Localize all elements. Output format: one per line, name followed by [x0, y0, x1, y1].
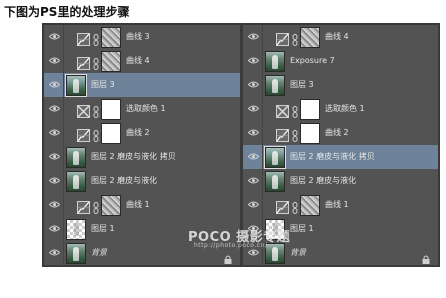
chain-link-icon[interactable] — [93, 55, 99, 70]
layer-row[interactable]: Exposure 7 — [243, 49, 438, 74]
chain-link-icon[interactable] — [292, 127, 298, 142]
eye-icon[interactable] — [245, 121, 263, 145]
layer-mask-thumbnail[interactable] — [300, 195, 320, 216]
layer-thumbnail[interactable] — [264, 146, 286, 169]
layer-row[interactable]: 曲线 4 — [243, 25, 438, 50]
layer-mask-thumbnail[interactable] — [300, 27, 320, 48]
selective-color-icon — [276, 103, 289, 118]
eye-icon[interactable] — [46, 73, 64, 97]
layer-mask-thumbnail[interactable] — [101, 123, 121, 144]
layer-name[interactable]: 曲线 4 — [126, 55, 150, 67]
layer-name[interactable]: 图层 2 磨皮与液化 拷贝 — [290, 151, 375, 163]
layer-row[interactable]: 曲线 2 — [243, 121, 438, 146]
layer-mask-thumbnail[interactable] — [300, 123, 320, 144]
chain-link-icon[interactable] — [292, 31, 298, 46]
layer-row[interactable]: 曲线 4 — [44, 49, 240, 74]
layer-row[interactable]: 曲线 1 — [44, 193, 240, 218]
layer-name[interactable]: 背景 — [290, 247, 306, 259]
layer-row[interactable]: 图层 2 磨皮与液化 拷贝 — [44, 145, 240, 170]
chain-link-icon[interactable] — [93, 199, 99, 214]
layer-thumbnail[interactable] — [65, 74, 87, 97]
eye-icon[interactable] — [245, 169, 263, 193]
layer-mask-thumbnail[interactable] — [300, 99, 320, 120]
layer-name[interactable]: 图层 2 磨皮与液化 — [91, 175, 157, 187]
eye-icon[interactable] — [46, 169, 64, 193]
eye-icon[interactable] — [245, 145, 263, 169]
layer-thumbnail[interactable] — [66, 171, 86, 192]
curves-adjustment-icon — [77, 199, 90, 214]
layer-name[interactable]: 图层 1 — [91, 223, 115, 235]
eye-icon[interactable] — [46, 97, 64, 121]
eye-icon[interactable] — [46, 25, 64, 49]
curves-adjustment-icon — [77, 55, 90, 70]
lock-icon — [224, 249, 232, 264]
chain-link-icon[interactable] — [292, 103, 298, 118]
layer-row[interactable]: 图层 2 磨皮与液化 — [243, 169, 438, 194]
layer-row[interactable]: 图层 2 磨皮与液化 拷贝 — [243, 145, 438, 170]
chain-link-icon[interactable] — [93, 103, 99, 118]
layer-name[interactable]: 曲线 4 — [325, 31, 349, 43]
layer-row[interactable]: 选取颜色 1 — [243, 97, 438, 122]
eye-icon[interactable] — [46, 121, 64, 145]
curves-adjustment-icon — [276, 127, 289, 142]
layer-name[interactable]: 选取颜色 1 — [325, 103, 365, 115]
layer-name[interactable]: 曲线 1 — [126, 199, 150, 211]
eye-icon[interactable] — [245, 193, 263, 217]
layer-mask-thumbnail[interactable] — [101, 27, 121, 48]
layer-mask-thumbnail[interactable] — [101, 195, 121, 216]
selective-color-icon — [77, 103, 90, 118]
layer-row[interactable]: 曲线 2 — [44, 121, 240, 146]
layer-thumbnail[interactable] — [265, 171, 285, 192]
layer-row[interactable]: 图层 2 磨皮与液化 — [44, 169, 240, 194]
layer-name[interactable]: 背景 — [91, 247, 107, 259]
layer-name[interactable]: 曲线 2 — [126, 127, 150, 139]
eye-icon[interactable] — [245, 97, 263, 121]
eye-icon[interactable] — [245, 73, 263, 97]
layer-thumbnail[interactable] — [265, 75, 285, 96]
layer-thumbnail[interactable] — [66, 243, 86, 264]
curves-adjustment-icon — [77, 127, 90, 142]
chain-link-icon[interactable] — [93, 127, 99, 142]
layer-row[interactable]: 曲线 1 — [243, 193, 438, 218]
layer-name[interactable]: 图层 2 磨皮与液化 — [290, 175, 356, 187]
eye-icon[interactable] — [46, 49, 64, 73]
layer-row[interactable]: 图层 3 — [243, 73, 438, 98]
watermark-url: http://photo.poco.cn/ — [194, 242, 268, 249]
layer-thumbnail[interactable] — [265, 51, 285, 72]
layer-row[interactable]: 选取颜色 1 — [44, 97, 240, 122]
layer-mask-thumbnail[interactable] — [101, 51, 121, 72]
lock-icon — [422, 249, 430, 264]
layer-name[interactable]: 图层 2 磨皮与液化 拷贝 — [91, 151, 176, 163]
eye-icon[interactable] — [46, 217, 64, 241]
page-heading: 下图为PS里的处理步骤 — [4, 5, 130, 19]
eye-icon[interactable] — [46, 193, 64, 217]
eye-icon[interactable] — [46, 145, 64, 169]
layer-name[interactable]: 曲线 3 — [126, 31, 150, 43]
layer-thumbnail[interactable] — [66, 219, 86, 240]
layer-row[interactable]: 曲线 3 — [44, 25, 240, 50]
curves-adjustment-icon — [77, 31, 90, 46]
layer-name[interactable]: 曲线 2 — [325, 127, 349, 139]
eye-icon[interactable] — [46, 241, 64, 265]
poco-watermark: POCO 摄影专题 http://photo.poco.cn/ — [188, 226, 298, 249]
chain-link-icon[interactable] — [93, 31, 99, 46]
layer-name[interactable]: 图层 3 — [91, 79, 115, 91]
eye-icon[interactable] — [245, 49, 263, 73]
layer-name[interactable]: 选取颜色 1 — [126, 103, 166, 115]
layer-mask-thumbnail[interactable] — [101, 99, 121, 120]
layer-name[interactable]: 图层 3 — [290, 79, 314, 91]
curves-adjustment-icon — [276, 199, 289, 214]
layer-row[interactable]: 图层 3 — [44, 73, 240, 98]
layer-name[interactable]: Exposure 7 — [290, 55, 335, 67]
eye-icon[interactable] — [245, 25, 263, 49]
layer-thumbnail[interactable] — [66, 147, 86, 168]
layer-name[interactable]: 曲线 1 — [325, 199, 349, 211]
chain-link-icon[interactable] — [292, 199, 298, 214]
curves-adjustment-icon — [276, 31, 289, 46]
